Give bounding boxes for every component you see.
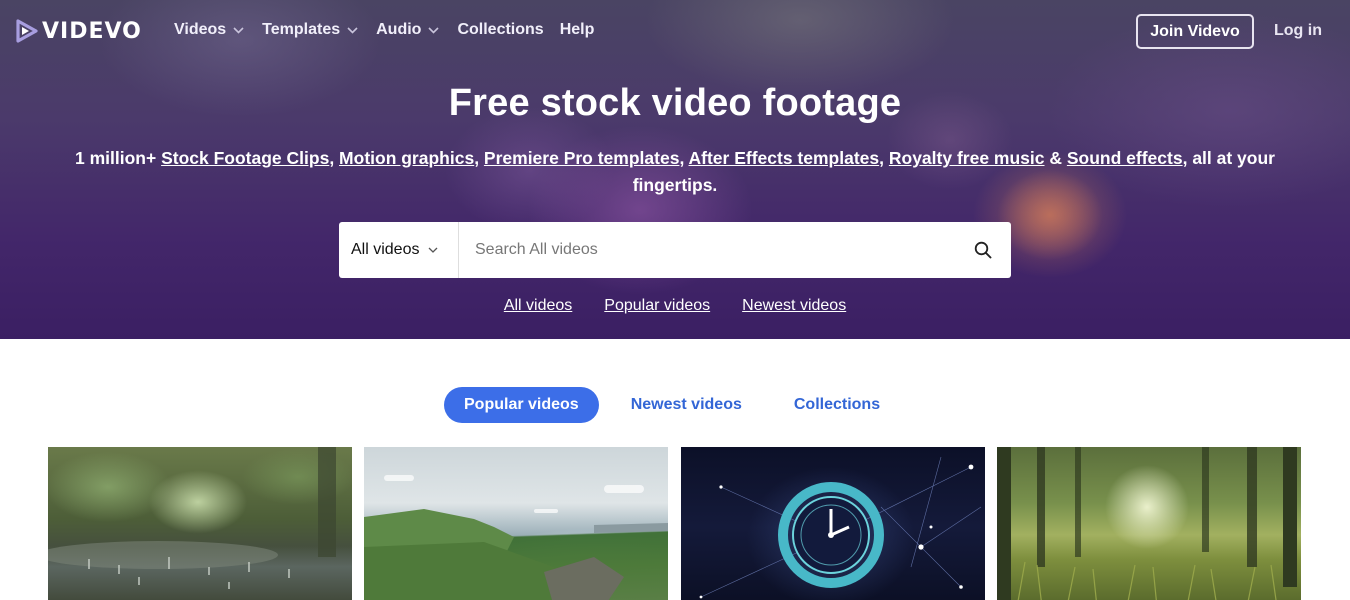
search-input[interactable] [459,223,955,277]
separator: , [329,148,340,168]
video-thumbnail-coastline[interactable] [364,447,668,600]
search-bar: All videos [339,222,1011,278]
thumbnail-image [1017,561,1277,600]
video-tabs: Popular videos Newest videos Collections [444,387,912,423]
nav-item-label: Videos [174,21,227,38]
thumbnail-image [699,456,982,599]
tab-popular-videos[interactable]: Popular videos [444,387,599,423]
top-navigation: VIDEVO Videos Templates Audio Collection… [0,0,1350,62]
search-category-label: All videos [351,241,420,258]
page-title: Free stock video footage [448,82,902,124]
quick-link-newest-videos[interactable]: Newest videos [742,297,846,315]
video-thumbnail-rain-forest[interactable] [48,447,352,600]
thumbnail-image [48,447,336,589]
link-premiere-templates[interactable]: Premiere Pro templates [484,148,680,168]
tab-collections[interactable]: Collections [774,387,900,423]
hero-subtitle: 1 million+ Stock Footage Clips, Motion g… [60,145,1290,199]
quick-link-popular-videos[interactable]: Popular videos [604,297,710,315]
link-after-effects-templates[interactable]: After Effects templates [689,148,880,168]
search-button[interactable] [955,222,1011,278]
join-button[interactable]: Join Videvo [1136,14,1254,49]
link-sound-effects[interactable]: Sound effects [1067,148,1183,168]
video-thumbnail-forest-grass[interactable] [997,447,1301,600]
nav-item-label: Collections [457,21,544,38]
separator: , [474,148,484,168]
logo-text: VIDEVO [42,18,142,44]
login-link[interactable]: Log in [1274,22,1322,40]
nav-item-help[interactable]: Help [560,21,595,39]
tab-newest-videos[interactable]: Newest videos [611,387,762,423]
separator: , [679,148,689,168]
search-icon [974,241,992,259]
play-triangle-icon [16,19,38,43]
chevron-down-icon [233,26,244,34]
nav-item-label: Help [559,21,595,38]
search-category-select[interactable]: All videos [339,222,459,278]
link-motion-graphics[interactable]: Motion graphics [339,148,474,168]
hero-banner: VIDEVO Videos Templates Audio Collection… [0,0,1350,339]
logo[interactable]: VIDEVO [16,18,142,44]
video-thumbnail-clock-network[interactable] [681,447,985,600]
nav-item-collections[interactable]: Collections [457,21,543,39]
nav-item-templates[interactable]: Templates [262,21,358,39]
nav-item-audio[interactable]: Audio [376,21,440,39]
link-royalty-free-music[interactable]: Royalty free music [889,148,1045,168]
thumbnail-image [364,475,668,600]
ampersand: & [1044,148,1067,168]
nav-item-label: Templates [262,21,341,38]
subtitle-prefix: 1 million+ [75,148,162,168]
chevron-down-icon [429,247,438,253]
chevron-down-icon [347,26,358,34]
quick-link-all-videos[interactable]: All videos [504,297,572,315]
nav-item-label: Audio [376,21,422,38]
nav-links: Videos Templates Audio Collections Help [174,21,610,39]
nav-item-videos[interactable]: Videos [174,21,244,39]
quick-links: All videos Popular videos Newest videos [0,297,1350,315]
chevron-down-icon [428,26,440,34]
separator: , [879,148,889,168]
link-stock-footage[interactable]: Stock Footage Clips [161,148,329,168]
